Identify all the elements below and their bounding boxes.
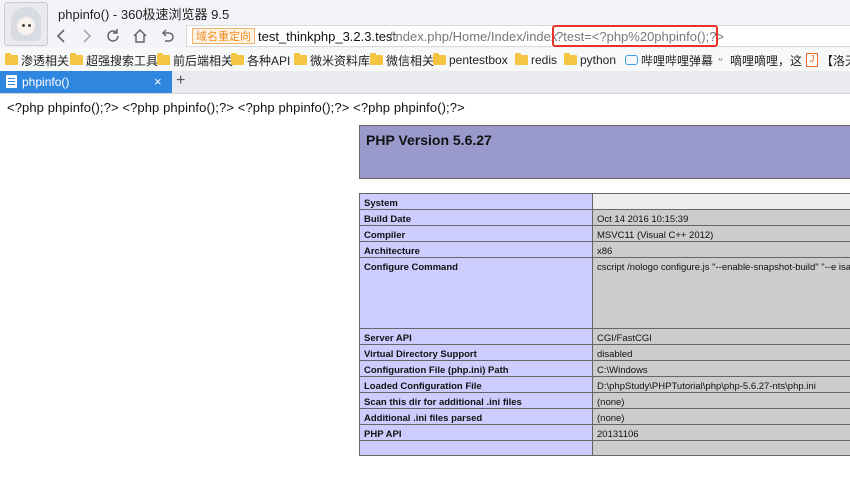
table-row: PHP API 20131106 xyxy=(359,424,850,441)
phpinfo-panel: PHP Version 5.6.27 System Build Date Oct … xyxy=(359,125,850,480)
folder-icon xyxy=(370,53,383,65)
back-button[interactable] xyxy=(52,27,70,45)
tab-bar: phpinfo() × + xyxy=(0,71,850,94)
url-host[interactable]: test_thinkphp_3.2.3.test xyxy=(258,29,396,44)
folder-icon xyxy=(5,53,18,65)
forward-button[interactable] xyxy=(78,27,96,45)
new-tab-button[interactable]: + xyxy=(176,72,185,90)
home-icon xyxy=(133,28,147,43)
folder-icon xyxy=(515,53,528,65)
bookmark-item[interactable]: 超强搜索工具 xyxy=(70,52,158,68)
reload-button[interactable] xyxy=(104,27,122,45)
bookmark-item[interactable]: 前后端相关 xyxy=(157,52,233,68)
bookmark-item[interactable]: J【洛天 xyxy=(806,52,850,68)
tab-close-icon[interactable]: × xyxy=(154,74,162,89)
php-version-title: PHP Version 5.6.27 xyxy=(366,132,492,148)
reload-icon xyxy=(107,29,119,42)
echoed-query-text: <?php phpinfo();?> <?php phpinfo();?> <?… xyxy=(7,100,465,115)
folder-icon xyxy=(70,53,83,65)
bilibili-icon xyxy=(625,55,638,65)
page-icon xyxy=(6,75,17,88)
smile-icon: ᵕ xyxy=(718,54,723,66)
table-row: Architecture x86 xyxy=(359,241,850,258)
url-query-highlight-box xyxy=(552,25,718,47)
table-row: Scan this dir for additional .ini files(… xyxy=(359,392,850,409)
undo-button[interactable] xyxy=(158,27,176,45)
bookmark-item[interactable]: 微米资料库 xyxy=(294,52,370,68)
bookmark-item[interactable]: pentestbox xyxy=(433,52,508,68)
domain-redirect-badge[interactable]: 域名重定向 xyxy=(192,28,255,44)
chevron-right-icon xyxy=(83,29,92,43)
j-icon: J xyxy=(806,53,818,67)
folder-icon xyxy=(294,53,307,65)
folder-icon xyxy=(231,53,244,65)
table-row: Additional .ini files parsed (none) xyxy=(359,408,850,425)
table-row xyxy=(359,440,850,456)
bookmark-item[interactable]: 微信相关 xyxy=(370,52,434,68)
undo-icon xyxy=(161,29,174,42)
folder-icon xyxy=(564,53,577,65)
bookmark-item[interactable]: 各种API xyxy=(231,52,290,68)
table-row: System xyxy=(359,193,850,210)
table-row: Compiler MSVC11 (Visual C++ 2012) xyxy=(359,225,850,242)
folder-icon xyxy=(433,53,446,65)
table-row: Server API CGI/FastCGI xyxy=(359,328,850,345)
table-row: Build Date Oct 14 2016 10:15:39 xyxy=(359,209,850,226)
home-button[interactable] xyxy=(131,27,149,45)
bookmark-item[interactable]: python xyxy=(564,52,616,68)
bookmark-item[interactable]: redis xyxy=(515,52,557,68)
bookmark-item[interactable]: 哔哩哔哩弹幕 xyxy=(625,52,713,68)
url-path[interactable]: /index.php/Home/Index/index xyxy=(389,29,557,44)
chevron-left-icon xyxy=(56,29,65,43)
bookmark-item[interactable]: 渗透相关 xyxy=(5,52,69,68)
folder-icon xyxy=(157,53,170,65)
user-avatar[interactable] xyxy=(4,2,48,46)
table-row: Virtual Directory Support disabled xyxy=(359,344,850,361)
tab-phpinfo[interactable]: phpinfo() × xyxy=(0,71,172,93)
tab-label: phpinfo() xyxy=(22,75,70,89)
table-row: Loaded Configuration File D:\phpStudy\PHP… xyxy=(359,376,850,393)
window-title: phpinfo() - 360极速浏览器 9.5 xyxy=(58,7,230,22)
php-version-header: PHP Version 5.6.27 xyxy=(359,125,850,179)
table-row: Configure Command cscript /nologo configu… xyxy=(359,257,850,329)
bookmarks-bar: 渗透相关 超强搜索工具 前后端相关 各种API 微米资料库 微信相关 pente… xyxy=(0,48,850,72)
phpinfo-table: System Build Date Oct 14 2016 10:15:39 Co… xyxy=(359,193,850,456)
bookmark-item[interactable]: ᵕ 嘀哩嘀哩，这 xyxy=(714,52,802,68)
table-row: Configuration File (php.ini) Path C:\Wind… xyxy=(359,360,850,377)
